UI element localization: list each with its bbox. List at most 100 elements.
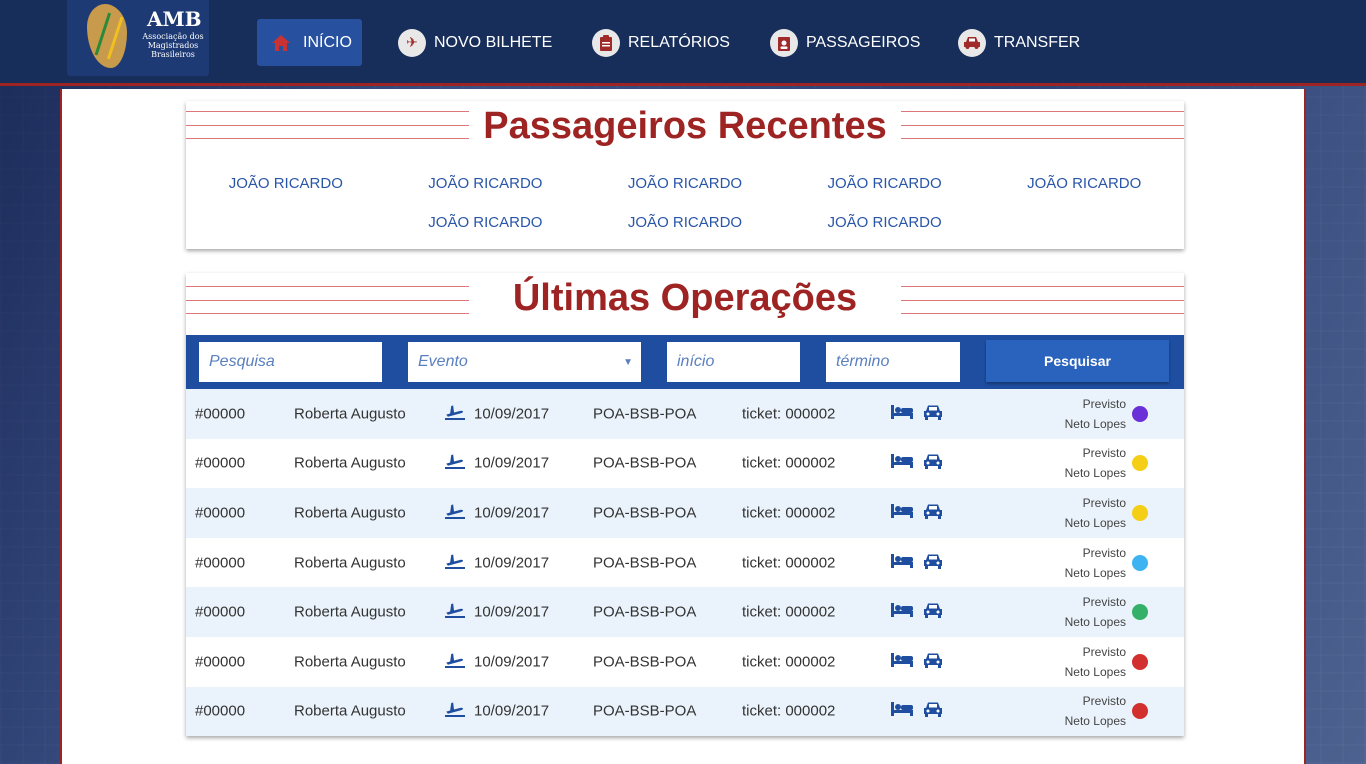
search-button[interactable]: Pesquisar	[986, 340, 1169, 382]
passenger-name: Roberta Augusto	[294, 603, 406, 621]
passenger-link[interactable]: JOÃO RICARDO	[585, 175, 785, 192]
clipboard-icon	[592, 28, 620, 57]
nav-item-transfer[interactable]: TRANSFER	[948, 19, 1090, 66]
flight-departure-icon	[444, 601, 466, 624]
status-dot	[1132, 405, 1148, 422]
event-select[interactable]: Evento ▼	[408, 342, 641, 382]
event-placeholder: Evento	[418, 353, 468, 370]
card-header: Últimas Operações	[186, 273, 1184, 335]
status-label: Previsto	[1082, 396, 1126, 411]
operation-row[interactable]: #00000 Roberta Augusto 10/09/2017 POA-BSB-P…	[186, 488, 1184, 538]
status-label: Previsto	[1082, 545, 1126, 560]
nav-label: PASSAGEIROS	[806, 33, 921, 51]
flight-route: POA-BSB-POA	[593, 554, 697, 572]
home-icon	[267, 29, 295, 57]
operation-row[interactable]: #00000 Roberta Augusto 10/09/2017 POA-BSB-P…	[186, 538, 1184, 588]
amb-logo[interactable]: AMB Associação dos Magistrados Brasileir…	[67, 0, 209, 76]
car-transfer-icon[interactable]	[923, 553, 943, 573]
hotel-bed-icon[interactable]	[891, 652, 913, 671]
operation-id: #00000	[195, 702, 246, 720]
agent-name: Neto Lopes	[1064, 615, 1126, 630]
nav-label: TRANSFER	[994, 33, 1081, 51]
ticket-number: ticket: 000002	[742, 653, 836, 671]
operation-row[interactable]: #00000 Roberta Augusto 10/09/2017 POA-BSB-P…	[186, 637, 1184, 687]
operation-row[interactable]: #00000 Roberta Augusto 10/09/2017 POA-BSB-P…	[186, 389, 1184, 439]
car-transfer-icon[interactable]	[923, 701, 943, 721]
ticket-number: ticket: 000002	[742, 504, 836, 522]
nav-item-inicio[interactable]: INÍCIO	[257, 19, 362, 66]
operations-table: #00000 Roberta Augusto 10/09/2017 POA-BSB-P…	[186, 389, 1184, 737]
ticket-number: ticket: 000002	[742, 603, 836, 621]
flight-route: POA-BSB-POA	[593, 504, 697, 522]
status-dot	[1132, 554, 1148, 571]
agent-name: Neto Lopes	[1064, 466, 1126, 481]
flight-date: 10/09/2017	[474, 653, 550, 671]
end-placeholder: término	[836, 353, 890, 370]
car-transfer-icon[interactable]	[923, 453, 943, 473]
airplane-icon: ✈	[398, 28, 426, 57]
brazil-map-icon	[87, 4, 127, 68]
operation-row[interactable]: #00000 Roberta Augusto 10/09/2017 POA-BSB-P…	[186, 587, 1184, 637]
flight-route: POA-BSB-POA	[593, 603, 697, 621]
agent-name: Neto Lopes	[1064, 565, 1126, 580]
operation-id: #00000	[195, 504, 246, 522]
status-text: Previsto Neto Lopes	[1065, 543, 1126, 583]
flight-route: POA-BSB-POA	[593, 653, 697, 671]
passenger-link[interactable]: JOÃO RICARDO	[386, 175, 586, 192]
hotel-bed-icon[interactable]	[891, 603, 913, 621]
status-text: Previsto Neto Lopes	[1065, 691, 1126, 731]
status-dot	[1132, 504, 1148, 521]
flight-departure-icon	[444, 452, 466, 475]
status-text: Previsto Neto Lopes	[1065, 443, 1126, 483]
flight-departure-icon	[444, 650, 466, 673]
search-input[interactable]: Pesquisa	[199, 342, 382, 382]
status-dot	[1132, 604, 1148, 621]
hotel-bed-icon[interactable]	[891, 404, 913, 423]
passenger-name: Roberta Augusto	[294, 504, 406, 522]
passenger-link[interactable]: JOÃO RICARDO	[785, 214, 985, 231]
hotel-bed-icon[interactable]	[891, 553, 913, 572]
flight-departure-icon	[444, 551, 466, 574]
ticket-number: ticket: 000002	[742, 554, 836, 572]
passenger-link[interactable]: JOÃO RICARDO	[984, 175, 1184, 192]
search-bar: Pesquisa Evento ▼ início término Pesquis…	[186, 335, 1184, 389]
car-transfer-icon[interactable]	[923, 503, 943, 523]
nav-item-novo-bilhete[interactable]: ✈ NOVO BILHETE	[388, 19, 562, 66]
status-label: Previsto	[1082, 495, 1126, 510]
end-date-input[interactable]: término	[826, 342, 960, 382]
passenger-link[interactable]: JOÃO RICARDO	[386, 214, 586, 231]
status-label: Previsto	[1082, 694, 1126, 709]
operation-row[interactable]: #00000 Roberta Augusto 10/09/2017 POA-BSB-P…	[186, 439, 1184, 489]
nav-label: INÍCIO	[303, 33, 352, 51]
nav-item-relatorios[interactable]: RELATÓRIOS	[582, 19, 740, 66]
agent-name: Neto Lopes	[1064, 416, 1126, 431]
ticket-number: ticket: 000002	[742, 454, 836, 472]
car-transfer-icon[interactable]	[923, 652, 943, 672]
hotel-bed-icon[interactable]	[891, 702, 913, 720]
car-transfer-icon[interactable]	[923, 404, 943, 424]
passenger-link[interactable]: JOÃO RICARDO	[186, 175, 386, 192]
latest-operations-card: Últimas Operações Pesquisa Evento ▼ iníc…	[186, 273, 1184, 737]
nav-label: RELATÓRIOS	[628, 33, 730, 51]
card-header: Passageiros Recentes	[186, 101, 1184, 151]
flight-date: 10/09/2017	[474, 504, 550, 522]
hotel-bed-icon[interactable]	[891, 454, 913, 472]
caret-down-icon: ▼	[623, 356, 633, 368]
status-dot	[1132, 703, 1148, 720]
flight-date: 10/09/2017	[474, 702, 550, 720]
operation-row[interactable]: #00000 Roberta Augusto 10/09/2017 POA-BSB-P…	[186, 686, 1184, 737]
status-dot	[1132, 455, 1148, 472]
start-date-input[interactable]: início	[667, 342, 800, 382]
car-transfer-icon[interactable]	[923, 602, 943, 622]
flight-route: POA-BSB-POA	[593, 702, 697, 720]
id-badge-icon	[770, 28, 798, 57]
status-label: Previsto	[1082, 595, 1126, 610]
passenger-name: Roberta Augusto	[294, 454, 406, 472]
flight-date: 10/09/2017	[474, 454, 550, 472]
hotel-bed-icon[interactable]	[891, 503, 913, 522]
flight-route: POA-BSB-POA	[593, 405, 697, 423]
status-label: Previsto	[1082, 446, 1126, 461]
nav-item-passageiros[interactable]: PASSAGEIROS	[760, 19, 930, 66]
passenger-link[interactable]: JOÃO RICARDO	[785, 175, 985, 192]
passenger-link[interactable]: JOÃO RICARDO	[585, 214, 785, 231]
